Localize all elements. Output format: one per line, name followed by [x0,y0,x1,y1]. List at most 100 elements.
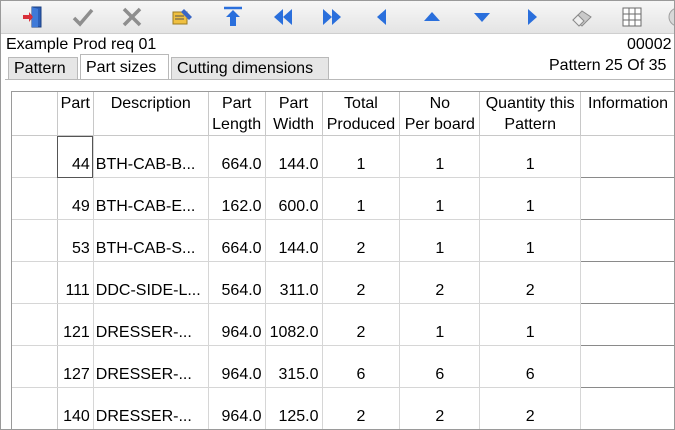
cell-part[interactable]: 44 [57,135,94,178]
table-row[interactable]: 49 BTH-CAB-E... 162.0 600.0 1 1 1 [12,177,674,220]
overflow-icon[interactable] [665,4,674,30]
cell-part-width[interactable]: 125.0 [265,387,323,429]
cell-part-length[interactable]: 664.0 [208,219,266,262]
cell-no-per-board[interactable]: 1 [399,135,481,178]
cell-information[interactable] [580,345,674,388]
cell-description[interactable]: BTH-CAB-S... [93,219,209,262]
cell-information[interactable] [580,135,674,178]
grid-icon[interactable] [618,4,646,30]
cell-part-length[interactable]: 664.0 [208,135,266,178]
cell-part[interactable]: 49 [57,177,94,220]
edit-pen-icon[interactable] [168,4,196,30]
cell-total-produced[interactable]: 2 [322,261,401,304]
cell-total-produced[interactable]: 6 [322,345,401,388]
cell-description[interactable]: DRESSER-... [93,345,209,388]
cell-part-length[interactable]: 964.0 [208,387,266,429]
cell-quantity-this-pattern[interactable]: 6 [479,345,582,388]
tab-part-sizes[interactable]: Part sizes [80,54,169,79]
tab-pattern[interactable]: Pattern [8,57,78,79]
column-header-label: Part [278,95,309,112]
cell-information[interactable] [580,219,674,262]
row-header-cell[interactable] [12,219,58,262]
first-icon[interactable] [269,4,297,30]
cell-no-per-board[interactable]: 1 [399,177,481,220]
cell-quantity-this-pattern[interactable]: 1 [479,177,582,220]
row-header-cell[interactable] [12,387,58,429]
cell-part-width[interactable]: 315.0 [265,345,323,388]
cell-part-width[interactable]: 1082.0 [265,303,323,346]
cell-part[interactable]: 140 [57,387,94,429]
column-header-part-width[interactable]: Part Width [265,92,323,136]
last-icon[interactable] [318,4,346,30]
cell-part-length[interactable]: 964.0 [208,345,266,388]
table-row[interactable]: 44 BTH-CAB-B... 664.0 144.0 1 1 1 [12,135,674,178]
cell-quantity-this-pattern[interactable]: 2 [479,387,582,429]
cell-total-produced[interactable]: 1 [322,135,401,178]
row-header-cell[interactable] [12,135,58,178]
table-row[interactable]: 111 DDC-SIDE-L... 564.0 311.0 2 2 2 [12,261,674,304]
cell-part-width[interactable]: 600.0 [265,177,323,220]
column-header-description[interactable]: Description [93,92,209,136]
next-icon[interactable] [518,4,546,30]
up-to-top-icon[interactable] [219,4,247,30]
cell-information[interactable] [580,261,674,304]
cell-total-produced[interactable]: 2 [322,219,401,262]
table-row[interactable]: 127 DRESSER-... 964.0 315.0 6 6 6 [12,345,674,388]
tab-cutting-dimensions[interactable]: Cutting dimensions [171,57,329,79]
column-header-part-length[interactable]: Part Length [208,92,266,136]
cell-total-produced[interactable]: 2 [322,387,401,429]
cell-part-length[interactable]: 564.0 [208,261,266,304]
cell-quantity-this-pattern[interactable]: 1 [479,303,582,346]
cell-description[interactable]: DDC-SIDE-L... [93,261,209,304]
cell-description[interactable]: BTH-CAB-E... [93,177,209,220]
table-row[interactable]: 140 DRESSER-... 964.0 125.0 2 2 2 [12,387,674,429]
cell-no-per-board[interactable]: 1 [399,303,481,346]
window: Example Prod req 01 00002 Pattern 25 Of … [0,0,675,430]
cell-information[interactable] [580,387,674,429]
cell-part[interactable]: 53 [57,219,94,262]
cell-description[interactable]: DRESSER-... [93,387,209,429]
table-row[interactable]: 121 DRESSER-... 964.0 1082.0 2 1 1 [12,303,674,346]
row-header-cell[interactable] [12,345,58,388]
down-icon[interactable] [468,4,496,30]
check-icon[interactable] [69,4,97,30]
cell-part[interactable]: 127 [57,345,94,388]
column-header-information[interactable]: Information [580,92,674,136]
table-row[interactable]: 53 BTH-CAB-S... 664.0 144.0 2 1 1 [12,219,674,262]
column-header-label: Width [273,116,314,133]
cell-quantity-this-pattern[interactable]: 2 [479,261,582,304]
cell-information[interactable] [580,177,674,220]
row-header-cell[interactable] [12,261,58,304]
up-icon[interactable] [418,4,446,30]
cancel-icon[interactable] [118,4,146,30]
eraser-icon[interactable] [568,4,596,30]
cell-no-per-board[interactable]: 6 [399,345,481,388]
cell-description[interactable]: BTH-CAB-B... [93,135,209,178]
cell-part[interactable]: 111 [57,261,94,304]
column-header-total-produced[interactable]: Total Produced [322,92,401,136]
column-header-part[interactable]: Part [57,92,94,136]
cell-no-per-board[interactable]: 2 [399,387,481,429]
previous-icon[interactable] [368,4,396,30]
row-header-cell[interactable] [12,177,58,220]
cell-part-length[interactable]: 162.0 [208,177,266,220]
cell-no-per-board[interactable]: 1 [399,219,481,262]
part-sizes-table[interactable]: Part Description Part Length Part Width To… [11,91,674,429]
cell-part-width[interactable]: 311.0 [265,261,323,304]
cell-information[interactable] [580,303,674,346]
cell-no-per-board[interactable]: 2 [399,261,481,304]
cell-part[interactable]: 121 [57,303,94,346]
column-header-quantity-this-pattern[interactable]: Quantity this Pattern [479,92,582,136]
cell-quantity-this-pattern[interactable]: 1 [479,135,582,178]
column-header-no-per-board[interactable]: No Per board [399,92,481,136]
cell-part-width[interactable]: 144.0 [265,135,323,178]
grid: Part Description Part Length Part Width To… [12,92,674,429]
cell-part-width[interactable]: 144.0 [265,219,323,262]
exit-door-icon[interactable] [19,4,47,30]
cell-quantity-this-pattern[interactable]: 1 [479,219,582,262]
cell-description[interactable]: DRESSER-... [93,303,209,346]
row-header-cell[interactable] [12,303,58,346]
cell-total-produced[interactable]: 2 [322,303,401,346]
cell-total-produced[interactable]: 1 [322,177,401,220]
cell-part-length[interactable]: 964.0 [208,303,266,346]
